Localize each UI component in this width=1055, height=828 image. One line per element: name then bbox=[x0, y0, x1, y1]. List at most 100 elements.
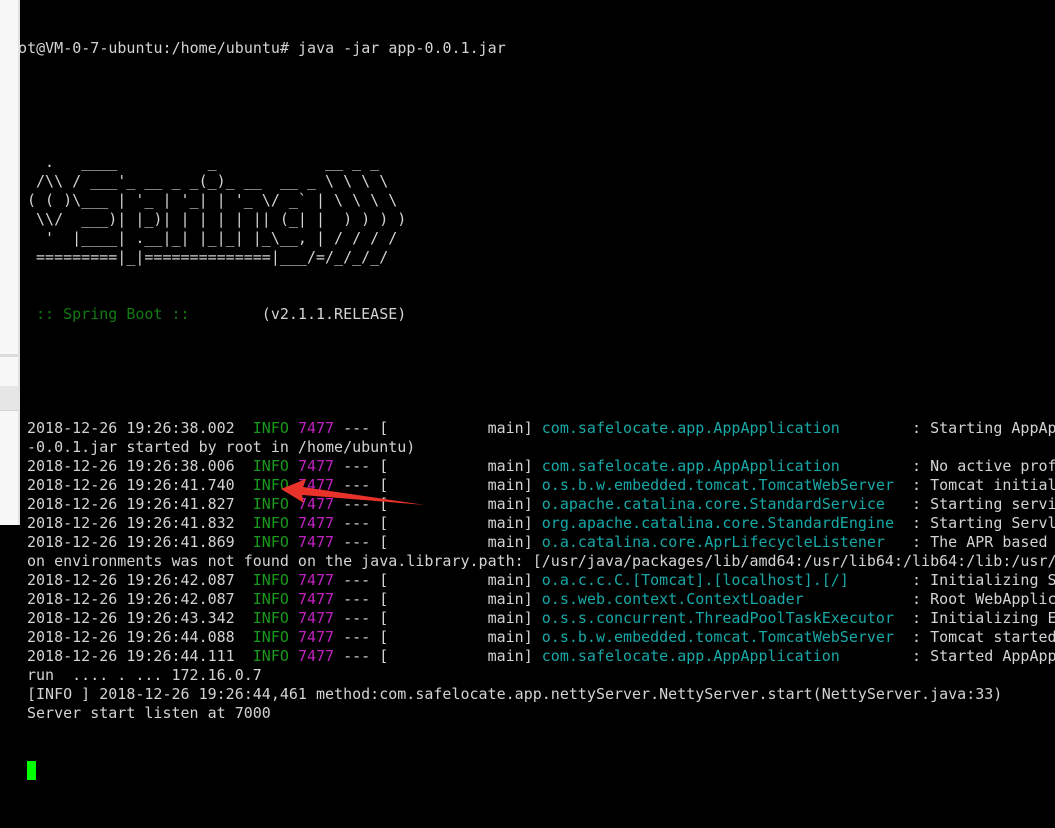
log-pid: 7477 bbox=[297, 514, 335, 532]
log-line: 2018-12-26 19:26:42.087 INFO 7477 --- [ … bbox=[27, 571, 1055, 590]
log-level: INFO bbox=[252, 495, 289, 513]
log-logger: o.s.web.context.ContextLoader bbox=[541, 590, 804, 608]
banner-line: \\/ ___)| |_)| | | | | || (_| | ) ) ) ) bbox=[27, 210, 407, 228]
log-timestamp: 2018-12-26 19:26:38.006 bbox=[27, 457, 235, 475]
log-line: 2018-12-26 19:26:38.002 INFO 7477 --- [ … bbox=[27, 419, 1055, 438]
log-text: Server start listen at 7000 bbox=[27, 704, 271, 722]
log-logger: com.safelocate.app.AppApplication bbox=[541, 457, 840, 475]
log-line: 2018-12-26 19:26:41.832 INFO 7477 --- [ … bbox=[27, 514, 1055, 533]
divider bbox=[0, 354, 18, 357]
log-pid: 7477 bbox=[297, 476, 335, 494]
spring-boot-version-line: :: Spring Boot :: (v2.1.1.RELEASE) bbox=[27, 305, 406, 324]
log-timestamp: 2018-12-26 19:26:41.827 bbox=[27, 495, 235, 513]
log-thread: main bbox=[487, 533, 524, 551]
log-line: 2018-12-26 19:26:42.087 INFO 7477 --- [ … bbox=[27, 590, 1055, 608]
log-thread: main bbox=[487, 495, 524, 513]
log-pid: 7477 bbox=[297, 609, 335, 627]
log-message: Tomcat initial bbox=[930, 476, 1055, 494]
log-level: INFO bbox=[252, 628, 289, 646]
log-text: run .... . ... 172.16.0.7 bbox=[27, 666, 262, 684]
spring-boot-label: :: Spring Boot :: bbox=[27, 305, 199, 323]
terminal-output: root@VM-0-7-ubuntu:/home/ubuntu# java -j… bbox=[0, 1, 1055, 818]
log-level: INFO bbox=[252, 419, 289, 437]
log-logger: o.apache.catalina.core.StandardService bbox=[541, 495, 885, 513]
log-thread: main bbox=[487, 590, 524, 608]
log-logger: o.s.b.w.embedded.tomcat.TomcatWebServer bbox=[541, 628, 894, 646]
terminal-window[interactable]: root@VM-0-7-ubuntu:/home/ubuntu# java -j… bbox=[0, 0, 1055, 828]
log-output: 2018-12-26 19:26:38.002 INFO 7477 --- [ … bbox=[27, 419, 1055, 723]
log-text: on environments was not found on the jav… bbox=[27, 552, 1055, 570]
log-message: Root WebApplic bbox=[930, 590, 1055, 608]
log-thread: main bbox=[487, 628, 524, 646]
log-pid: 7477 bbox=[297, 647, 335, 665]
log-line: [INFO ] 2018-12-26 19:26:44,461 method:c… bbox=[27, 685, 1002, 704]
log-logger: o.s.b.w.embedded.tomcat.TomcatWebServer bbox=[541, 476, 894, 494]
banner-line: ( ( )\___ | '_ | '_| | '_ \/ _` | \ \ \ … bbox=[27, 191, 398, 209]
log-thread: main bbox=[487, 609, 524, 627]
log-level: INFO bbox=[252, 476, 289, 494]
log-thread: main bbox=[487, 476, 524, 494]
log-logger: o.a.c.c.C.[Tomcat].[localhost].[/] bbox=[541, 571, 849, 589]
log-timestamp: 2018-12-26 19:26:43.342 bbox=[27, 609, 235, 627]
log-logger: o.a.catalina.core.AprLifecycleListener bbox=[541, 533, 885, 551]
spring-banner: . ____ _ __ _ _ /\\ / ___'_ __ _ _(_)_ _… bbox=[27, 153, 1055, 267]
log-level: INFO bbox=[252, 514, 289, 532]
log-level: INFO bbox=[252, 533, 289, 551]
log-line: Server start listen at 7000 bbox=[27, 704, 271, 723]
log-timestamp: 2018-12-26 19:26:42.087 bbox=[27, 590, 235, 608]
log-level: INFO bbox=[252, 647, 289, 665]
log-message: No active prof bbox=[930, 457, 1055, 475]
log-timestamp: 2018-12-26 19:26:44.088 bbox=[27, 628, 235, 646]
spring-boot-version: (v2.1.1.RELEASE) bbox=[198, 305, 407, 323]
log-thread: main bbox=[487, 647, 524, 665]
log-line: on environments was not found on the jav… bbox=[27, 552, 1055, 571]
log-message: The APR based A bbox=[930, 533, 1055, 551]
log-pid: 7477 bbox=[297, 571, 335, 589]
log-line: run .... . ... 172.16.0.7 bbox=[27, 666, 262, 685]
log-thread: main bbox=[487, 457, 524, 475]
log-thread: main bbox=[487, 514, 524, 532]
log-message: Starting Servle bbox=[930, 514, 1055, 532]
log-line: 2018-12-26 19:26:44.111 INFO 7477 --- [ … bbox=[27, 647, 1055, 666]
log-message: Starting AppApp bbox=[930, 419, 1055, 437]
sidebar-item[interactable] bbox=[0, 386, 18, 411]
banner-line: . ____ _ __ _ _ bbox=[27, 153, 380, 171]
log-text: -0.0.1.jar started by root in /home/ubun… bbox=[27, 438, 416, 456]
log-logger: com.safelocate.app.AppApplication bbox=[541, 647, 840, 665]
log-timestamp: 2018-12-26 19:26:41.740 bbox=[27, 476, 235, 494]
command-prompt-line: root@VM-0-7-ubuntu:/home/ubuntu# java -j… bbox=[0, 39, 506, 57]
log-line: 2018-12-26 19:26:44.088 INFO 7477 --- [ … bbox=[27, 628, 1055, 646]
log-pid: 7477 bbox=[297, 457, 335, 475]
banner-line: /\\ / ___'_ __ _ _(_)_ __ __ _ \ \ \ \ bbox=[27, 172, 389, 190]
log-level: INFO bbox=[252, 457, 289, 475]
log-logger: com.safelocate.app.AppApplication bbox=[541, 419, 840, 437]
log-message: Tomcat started bbox=[930, 628, 1055, 646]
cursor-line[interactable] bbox=[27, 761, 36, 780]
log-level: INFO bbox=[252, 571, 289, 589]
left-sidebar-panel bbox=[0, 0, 20, 525]
log-level: INFO bbox=[252, 590, 289, 608]
log-pid: 7477 bbox=[297, 533, 335, 551]
log-line: 2018-12-26 19:26:43.342 INFO 7477 --- [ … bbox=[27, 609, 1055, 627]
terminal-cursor bbox=[27, 761, 36, 780]
log-timestamp: 2018-12-26 19:26:38.002 bbox=[27, 419, 235, 437]
log-line: 2018-12-26 19:26:41.740 INFO 7477 --- [ … bbox=[27, 476, 1055, 494]
log-timestamp: 2018-12-26 19:26:41.832 bbox=[27, 514, 235, 532]
log-level: INFO bbox=[252, 609, 289, 627]
log-timestamp: 2018-12-26 19:26:44.111 bbox=[27, 647, 235, 665]
log-logger: org.apache.catalina.core.StandardEngine bbox=[541, 514, 894, 532]
banner-line: =========|_|==============|___/=/_/_/_/ bbox=[27, 248, 389, 266]
log-line: 2018-12-26 19:26:38.006 INFO 7477 --- [ … bbox=[27, 457, 1055, 475]
log-message: Started AppAppl bbox=[930, 647, 1055, 665]
log-line: 2018-12-26 19:26:41.827 INFO 7477 --- [ … bbox=[27, 495, 1055, 513]
log-message: Initializing Sp bbox=[930, 571, 1055, 589]
log-pid: 7477 bbox=[297, 495, 335, 513]
log-thread: main bbox=[487, 571, 524, 589]
log-logger: o.s.s.concurrent.ThreadPoolTaskExecutor bbox=[541, 609, 894, 627]
log-thread: main bbox=[487, 419, 524, 437]
log-timestamp: 2018-12-26 19:26:41.869 bbox=[27, 533, 235, 551]
log-timestamp: 2018-12-26 19:26:42.087 bbox=[27, 571, 235, 589]
log-line: 2018-12-26 19:26:41.869 INFO 7477 --- [ … bbox=[27, 533, 1055, 552]
log-pid: 7477 bbox=[297, 628, 335, 646]
log-message: Initializing E bbox=[930, 609, 1055, 627]
